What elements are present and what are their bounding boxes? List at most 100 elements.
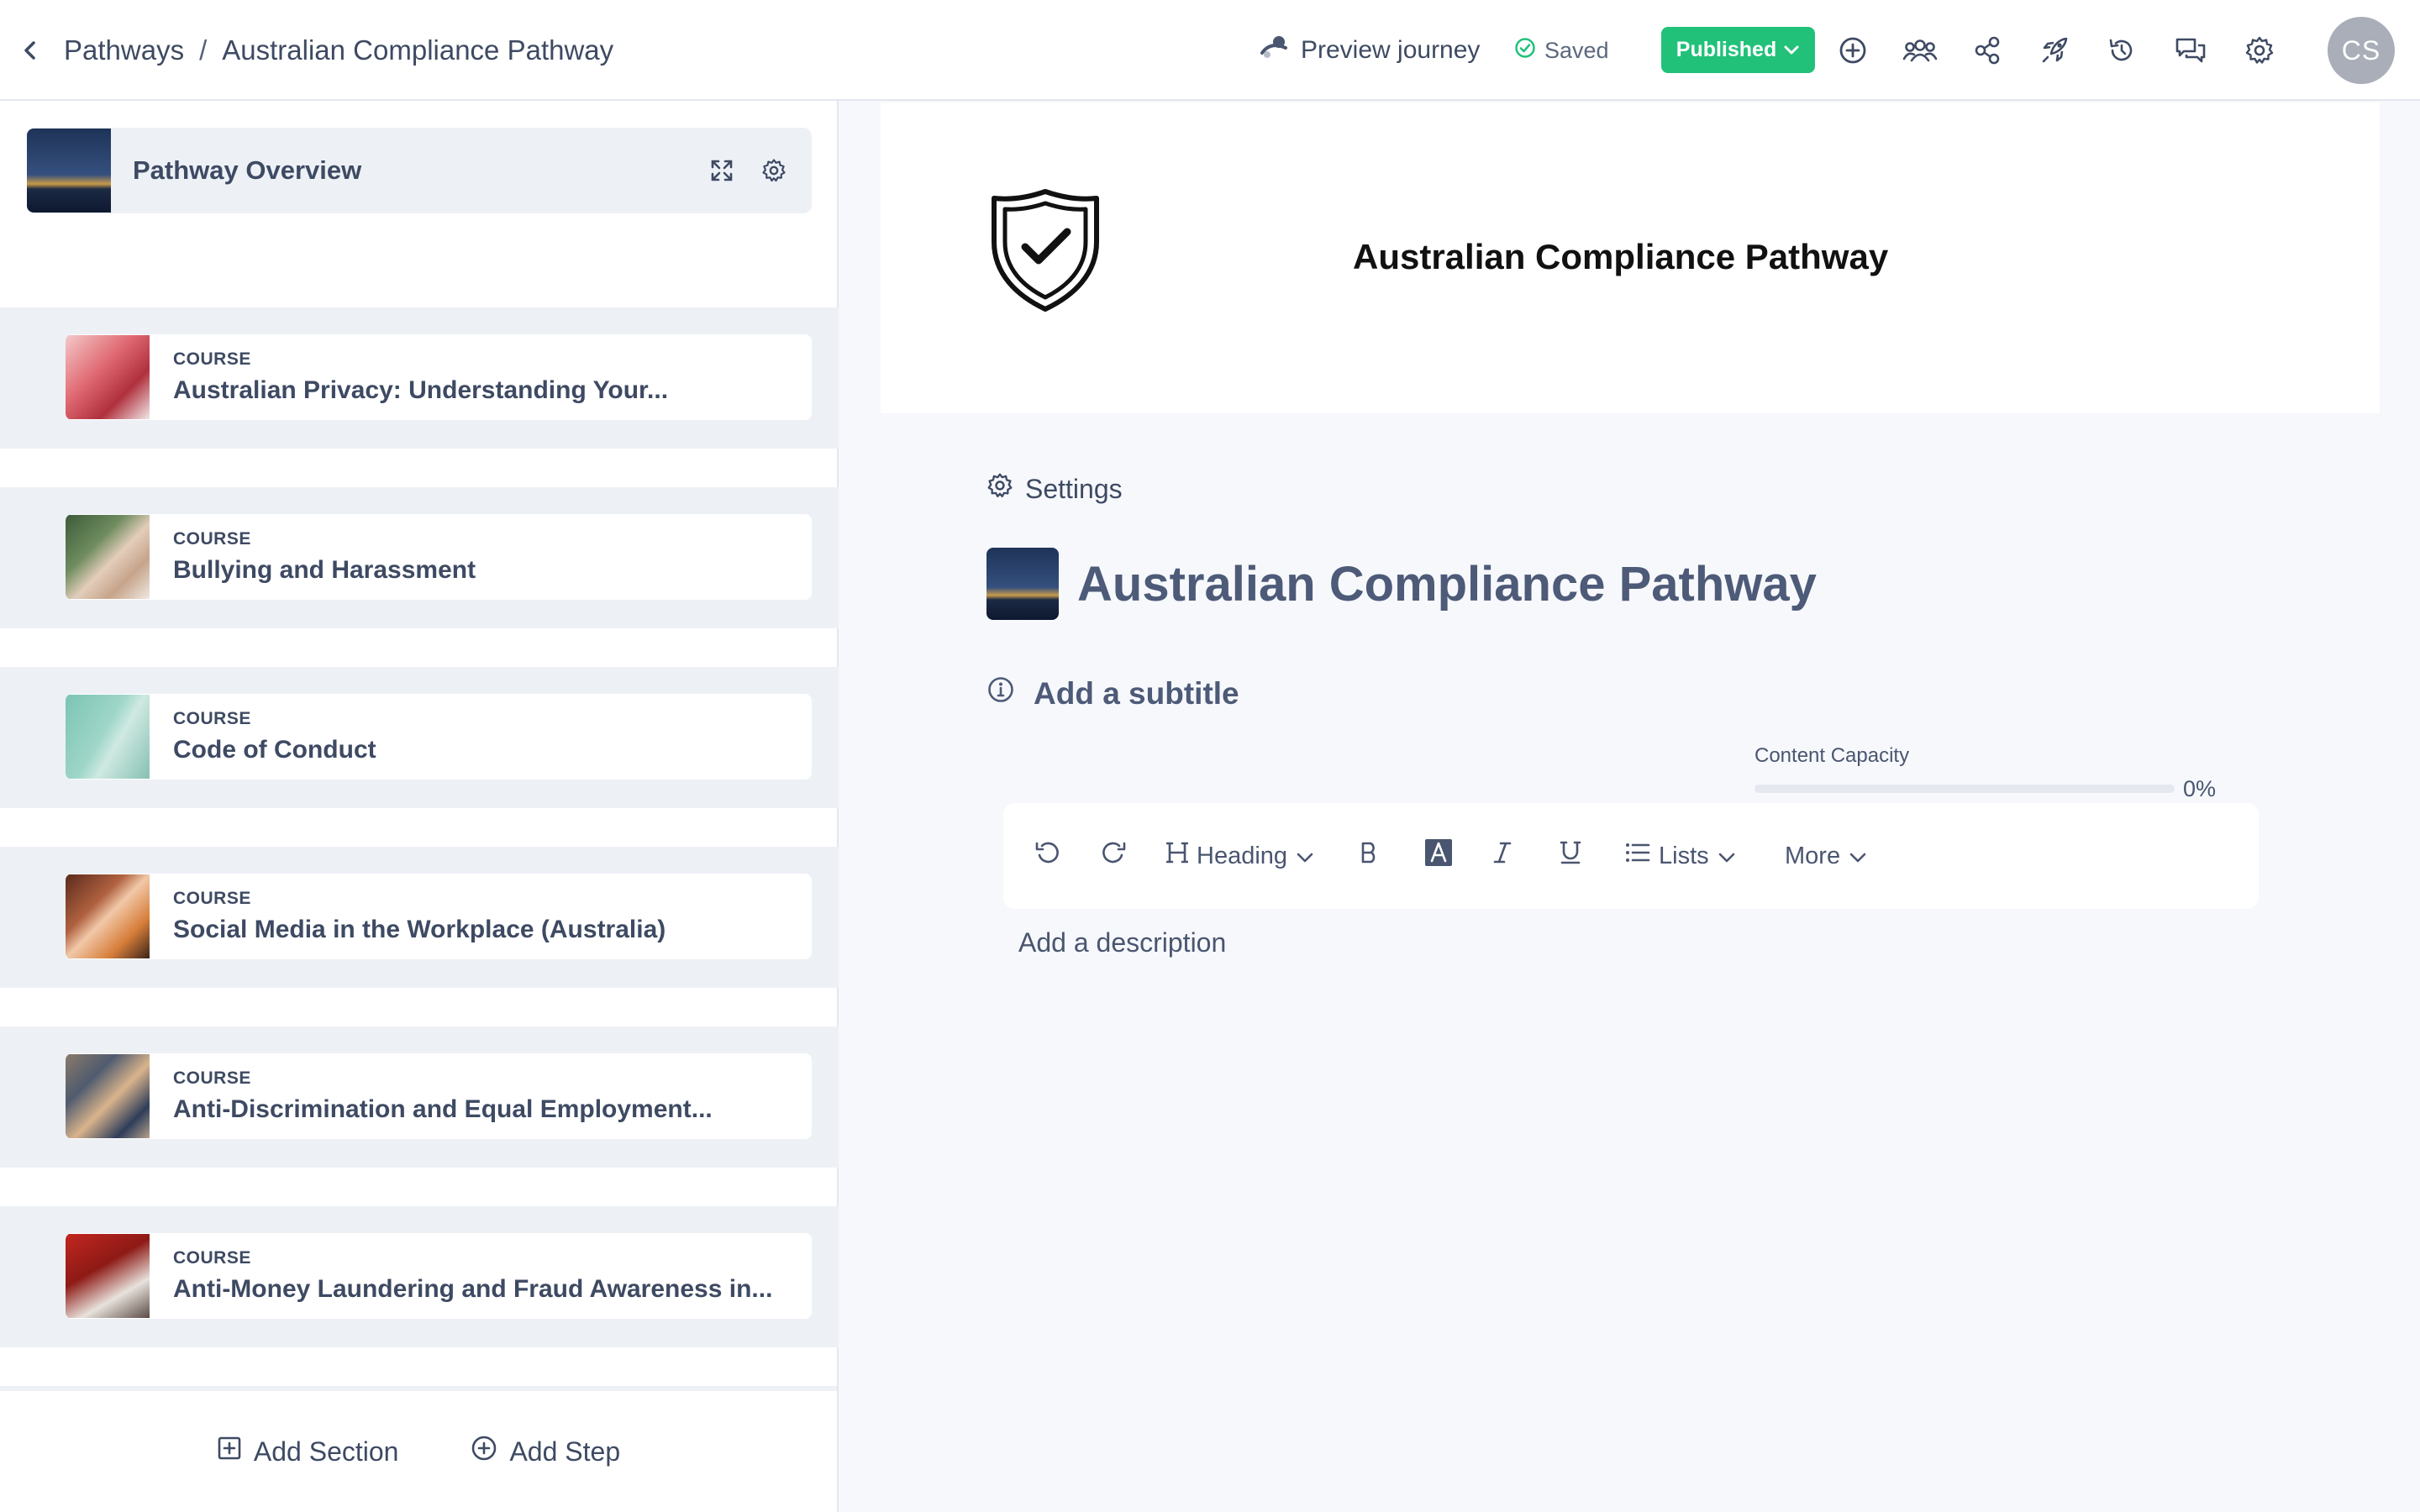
description-editor[interactable]: Add a description [1018,927,1226,958]
pathway-sidebar: Pathway Overview COURSE Australian Priva… [0,101,839,1512]
course-thumbnail-image [66,1234,150,1318]
preview-journey-label: Preview journey [1301,36,1481,64]
check-circle-icon [1514,37,1536,65]
share-icon[interactable] [1969,32,2006,69]
course-step-card[interactable]: COURSE Bullying and Harassment [66,514,812,600]
step-kind-label: COURSE [173,529,251,549]
shield-check-icon [988,186,1102,317]
saved-status: Saved [1514,0,1609,101]
pathway-section: COURSE Anti-Money Laundering and Fraud A… [0,1206,839,1347]
add-circle-icon[interactable] [1834,32,1871,69]
course-thumbnail-image [66,515,150,599]
add-square-icon [217,1436,242,1467]
content-capacity-bar [1754,785,2175,793]
undo-icon [1034,839,1060,873]
text-highlight-icon [1423,837,1454,874]
step-kind-label: COURSE [173,1068,251,1088]
step-title: Bullying and Harassment [173,556,476,584]
pathway-title-row: Australian Compliance Pathway [986,548,1817,620]
course-step-card[interactable]: COURSE Code of Conduct [66,694,812,780]
published-status-dropdown[interactable]: Published [1661,27,1815,73]
highlight-button[interactable] [1423,803,1454,909]
step-kind-label: COURSE [173,1248,251,1268]
top-bar: Pathways / Australian Compliance Pathway… [0,0,2420,101]
users-group-icon[interactable] [1902,32,1939,69]
chevron-down-icon [1718,843,1736,870]
breadcrumb-separator: / [199,34,208,66]
bold-button[interactable] [1360,803,1380,909]
pathway-banner[interactable]: Australian Compliance Pathway [881,102,2380,413]
redo-icon [1101,839,1128,873]
pathway-section: COURSE Bullying and Harassment [0,487,839,628]
rocket-icon[interactable] [2036,32,2073,69]
heading-dropdown[interactable]: Heading [1165,803,1314,909]
settings-gear-icon [986,472,1013,506]
user-avatar[interactable]: CS [2328,17,2395,84]
redo-button[interactable] [1101,803,1128,909]
underline-icon [1560,840,1581,872]
expand-icon[interactable] [709,158,734,187]
heading-icon [1165,841,1189,871]
settings-button[interactable]: Settings [986,472,1123,506]
undo-button[interactable] [1034,803,1060,909]
step-title: Code of Conduct [173,736,376,764]
lists-dropdown[interactable]: Lists [1625,803,1736,909]
course-step-card[interactable]: COURSE Social Media in the Workplace (Au… [66,874,812,959]
chevron-down-icon [1296,843,1314,870]
heading-label: Heading [1197,842,1288,869]
chevron-down-icon [1849,843,1867,870]
step-title: Anti-Money Laundering and Fraud Awarenes… [173,1275,773,1303]
list-icon [1625,842,1650,870]
course-step-card[interactable]: COURSE Anti-Discrimination and Equal Emp… [66,1053,812,1139]
add-section-button[interactable]: Add Section [217,1436,399,1467]
underline-button[interactable] [1560,803,1581,909]
overview-settings-gear-icon[interactable] [761,158,786,187]
overview-label: Pathway Overview [133,155,362,185]
banner-title: Australian Compliance Pathway [1353,237,1889,276]
step-kind-label: COURSE [173,709,251,728]
settings-label: Settings [1025,473,1123,504]
pathway-section: COURSE Social Media in the Workplace (Au… [0,847,839,988]
saved-label: Saved [1544,37,1609,63]
course-step-card[interactable]: COURSE Anti-Money Laundering and Fraud A… [66,1233,812,1319]
step-kind-label: COURSE [173,349,251,369]
bold-icon [1360,841,1380,871]
breadcrumb-current: Australian Compliance Pathway [222,34,614,66]
pathway-overview-item[interactable]: Pathway Overview [27,128,812,213]
content-capacity-percent: 0% [2183,776,2217,801]
course-step-card[interactable]: COURSE Australian Privacy: Understanding… [66,334,812,420]
published-label: Published [1676,38,1777,61]
subtitle-placeholder: Add a subtitle [1034,675,1239,711]
course-thumbnail-image [66,695,150,779]
settings-gear-icon[interactable] [2241,32,2278,69]
lists-label: Lists [1659,842,1709,869]
preview-journey-icon [1259,34,1289,66]
add-step-label: Add Step [509,1436,621,1467]
step-kind-label: COURSE [173,889,251,908]
italic-icon [1492,841,1512,871]
chevron-down-icon [1783,38,1800,62]
more-dropdown[interactable]: More [1785,803,1867,909]
comments-icon[interactable] [2172,32,2209,69]
more-label: More [1785,842,1841,869]
add-section-label: Add Section [253,1436,399,1467]
info-icon [986,675,1015,711]
overview-thumbnail-image [27,129,111,213]
content-capacity-label: Content Capacity [1754,744,1910,767]
step-title: Australian Privacy: Understanding Your..… [173,376,669,404]
back-chevron-icon[interactable] [22,39,45,62]
preview-journey-button[interactable]: Preview journey [1259,0,1480,101]
pathway-section: COURSE Code of Conduct [0,667,839,808]
history-icon[interactable] [2103,32,2140,69]
add-circle-icon [471,1435,497,1468]
course-thumbnail-image [66,874,150,958]
add-step-button[interactable]: Add Step [471,1435,620,1468]
subtitle-field[interactable]: Add a subtitle [986,675,1239,711]
pathway-thumbnail-image[interactable] [986,548,1059,620]
breadcrumb-pathways-link[interactable]: Pathways [64,34,184,66]
italic-button[interactable] [1492,803,1512,909]
pathway-title[interactable]: Australian Compliance Pathway [1077,556,1817,612]
course-thumbnail-image [66,335,150,419]
sidebar-footer: Add Section Add Step [0,1386,837,1512]
editor-toolbar: Heading Lists More [1003,803,2259,909]
